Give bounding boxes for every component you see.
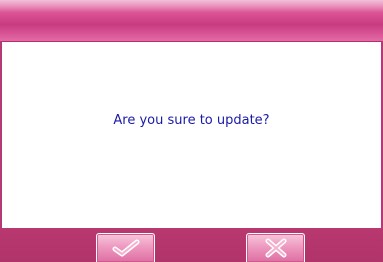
title-bar-shine xyxy=(0,0,383,12)
confirm-button[interactable] xyxy=(96,233,155,262)
dialog-message: Are you sure to update? xyxy=(113,113,270,128)
button-bar xyxy=(0,228,383,262)
dialog-body: Are you sure to update? xyxy=(2,42,381,228)
x-icon xyxy=(265,238,286,258)
checkmark-icon xyxy=(112,239,139,257)
cancel-button[interactable] xyxy=(246,233,305,262)
title-bar xyxy=(0,0,383,42)
